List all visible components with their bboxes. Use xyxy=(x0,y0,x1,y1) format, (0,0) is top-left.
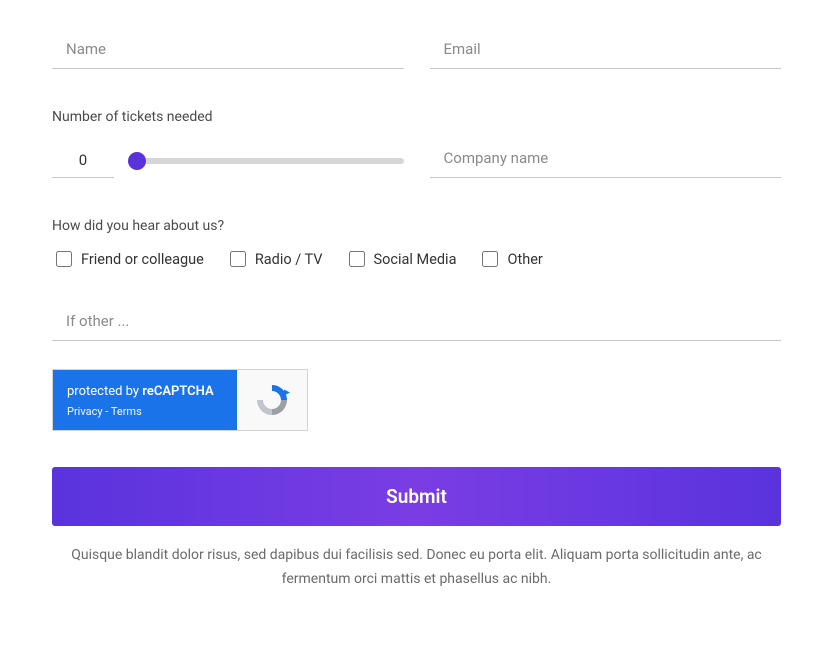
hear-option-friend[interactable]: Friend or colleague xyxy=(52,248,204,270)
hear-option-label: Other xyxy=(507,251,542,268)
email-input[interactable] xyxy=(430,30,782,69)
company-input[interactable] xyxy=(430,139,782,178)
submit-row: Submit xyxy=(52,467,781,526)
recaptcha-text: protected by reCAPTCHA Privacy - Terms xyxy=(53,370,237,430)
hear-label: How did you hear about us? xyxy=(52,218,781,234)
recaptcha-brand: reCAPTCHA xyxy=(142,384,213,399)
row-tickets-company: Number of tickets needed xyxy=(52,109,781,178)
hear-option-label: Social Media xyxy=(374,251,457,268)
hear-option-radio[interactable]: Radio / TV xyxy=(226,248,323,270)
recaptcha-widget[interactable]: protected by reCAPTCHA Privacy - Terms xyxy=(52,369,308,431)
recaptcha-protected-text: protected by xyxy=(67,384,142,399)
recaptcha-row: protected by reCAPTCHA Privacy - Terms xyxy=(52,369,781,431)
name-input[interactable] xyxy=(52,30,404,69)
tickets-label: Number of tickets needed xyxy=(52,109,404,125)
tickets-slider-row xyxy=(52,143,404,178)
tickets-slider[interactable] xyxy=(128,158,404,164)
tickets-number-input[interactable] xyxy=(52,143,114,178)
hear-checkbox-other[interactable] xyxy=(482,251,498,267)
hear-checkbox-radio[interactable] xyxy=(230,251,246,267)
hear-option-social[interactable]: Social Media xyxy=(345,248,457,270)
hear-checkbox-group: Friend or colleague Radio / TV Social Me… xyxy=(52,248,781,270)
submit-button[interactable]: Submit xyxy=(52,467,781,526)
hear-option-label: Radio / TV xyxy=(255,251,323,268)
contact-form: Number of tickets needed How did you hea… xyxy=(52,30,781,592)
recaptcha-link-sep: - xyxy=(103,405,111,418)
hear-about-section: How did you hear about us? Friend or col… xyxy=(52,218,781,270)
other-input[interactable] xyxy=(52,302,781,341)
hear-option-other[interactable]: Other xyxy=(478,248,542,270)
hear-option-label: Friend or colleague xyxy=(81,251,204,268)
recaptcha-icon xyxy=(237,370,307,430)
footer-text: Quisque blandit dolor risus, sed dapibus… xyxy=(52,544,781,592)
hear-checkbox-social[interactable] xyxy=(349,251,365,267)
recaptcha-privacy-link[interactable]: Privacy xyxy=(67,405,103,418)
other-row xyxy=(52,302,781,341)
hear-checkbox-friend[interactable] xyxy=(56,251,72,267)
recaptcha-terms-link[interactable]: Terms xyxy=(111,405,142,418)
row-name-email xyxy=(52,30,781,69)
